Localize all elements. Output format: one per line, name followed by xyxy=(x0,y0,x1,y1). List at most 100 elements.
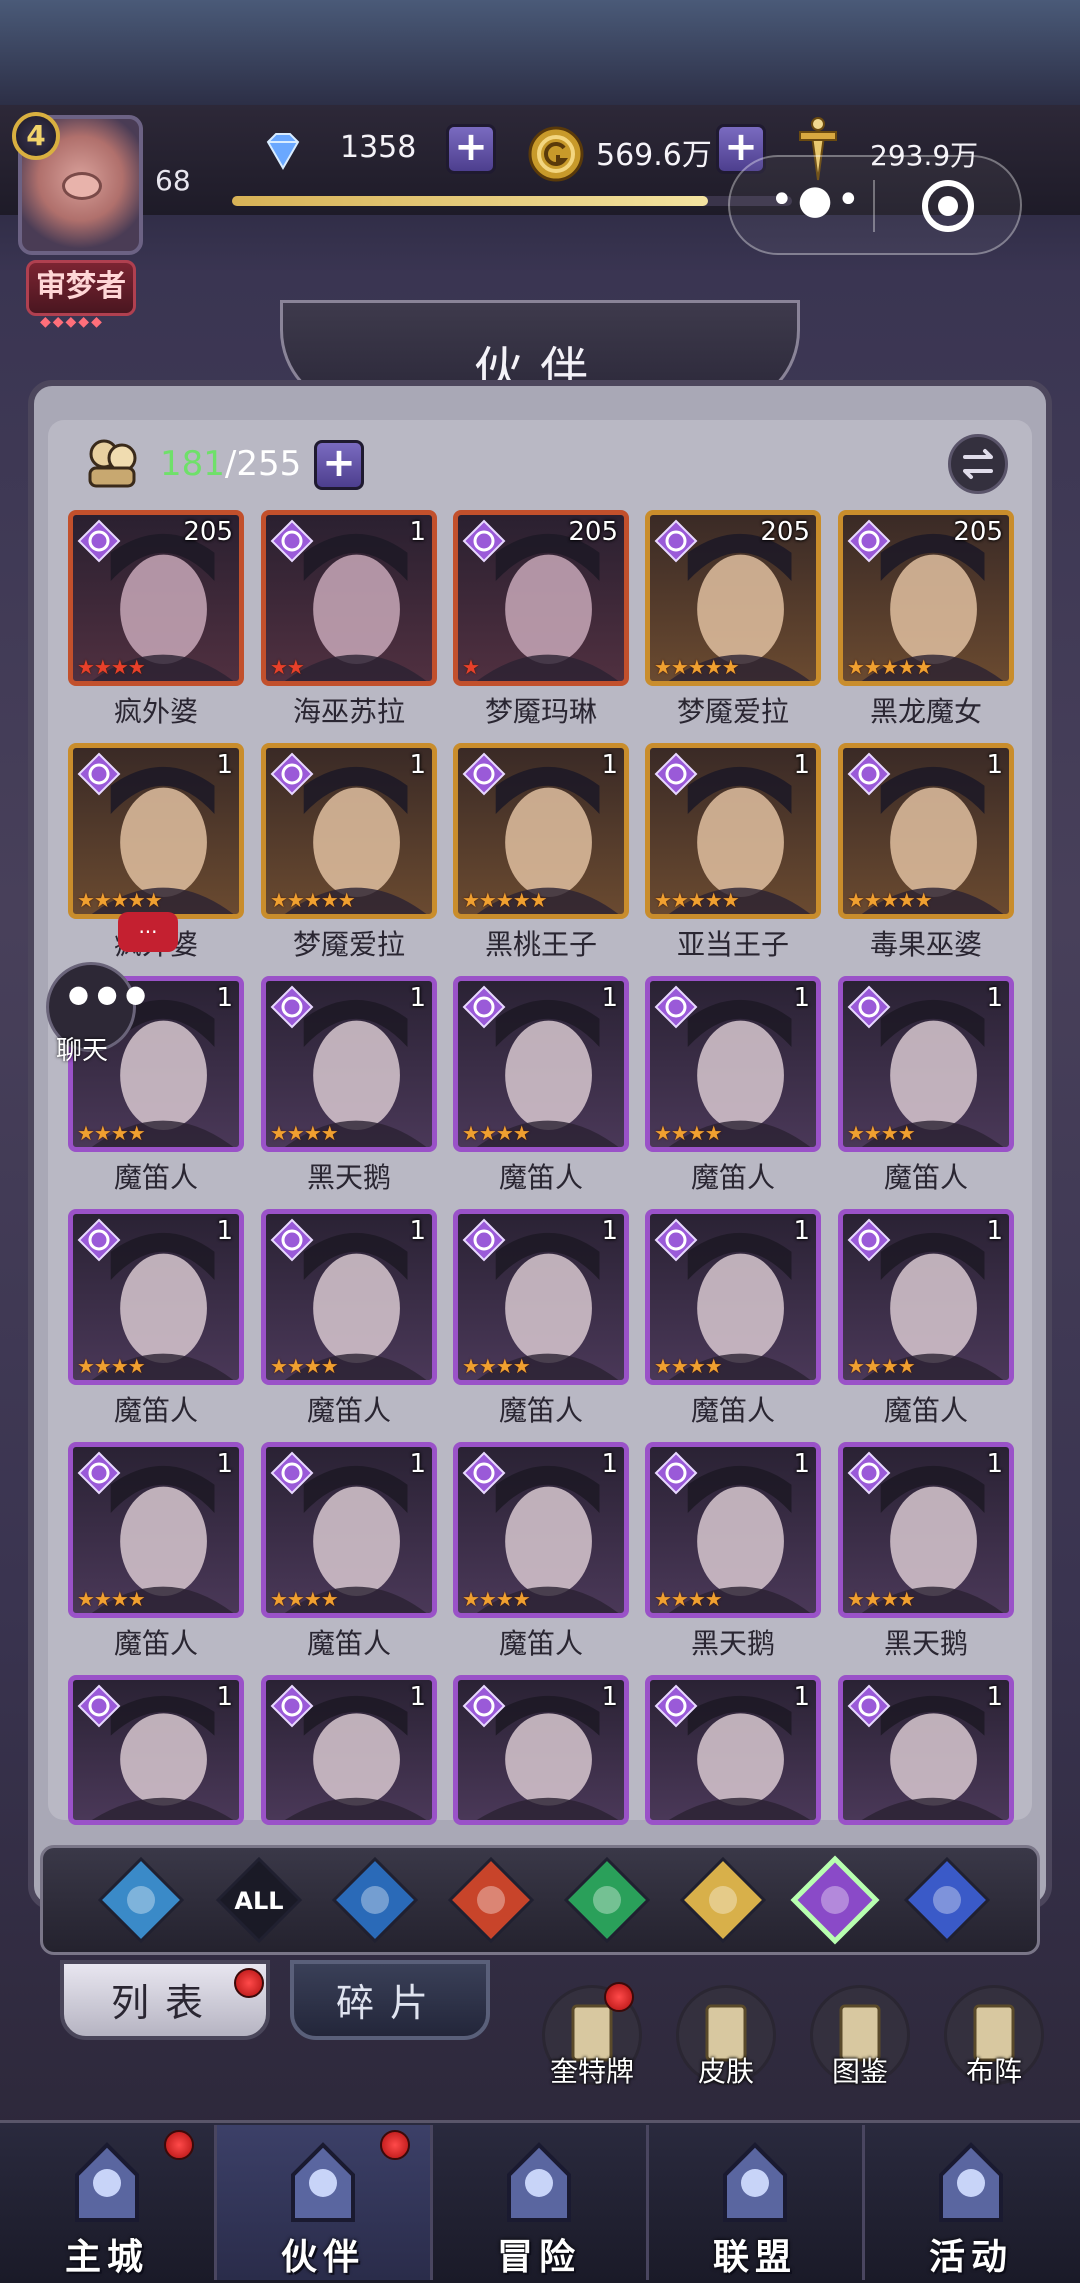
more-options-icon[interactable]: •●• xyxy=(770,180,864,220)
partner-count: 1 xyxy=(601,1682,618,1712)
fire-icon xyxy=(447,1856,535,1944)
partner-stars: ★★★★★ xyxy=(654,655,740,679)
partner-card[interactable]: 1 ★★★★ xyxy=(645,976,821,1152)
partner-card[interactable]: 1 ★★★★ xyxy=(68,1209,244,1385)
partner-name: 魔笛人 xyxy=(306,1627,391,1660)
chat-label: 聊天 xyxy=(56,1036,109,1066)
partner-card[interactable]: 1 ★★★★★ xyxy=(261,743,437,919)
moon-element-icon xyxy=(270,519,314,563)
partner-card[interactable]: 1 ★★★★ xyxy=(645,1209,821,1385)
water-drop-icon xyxy=(331,1856,419,1944)
filter-moon[interactable] xyxy=(790,1855,880,1945)
partner-count: 1 xyxy=(216,750,233,780)
moon-element-icon xyxy=(462,519,506,563)
partner-card[interactable]: 1 ★★★★ xyxy=(261,976,437,1152)
nav-separator xyxy=(646,2125,649,2280)
filter-water-crest[interactable] xyxy=(96,1855,186,1945)
sort-toggle-button[interactable] xyxy=(948,434,1008,494)
moon-element-icon xyxy=(462,985,506,1029)
partner-stars: ★★★★★ xyxy=(654,888,740,912)
partner-card[interactable]: 1 xyxy=(68,1675,244,1825)
partner-card[interactable]: 1 ★★★★ xyxy=(68,1442,244,1618)
partner-card[interactable]: 1 ★★★★★ xyxy=(453,743,629,919)
filter-light[interactable] xyxy=(678,1855,768,1945)
partner-name: 毒果巫婆 xyxy=(869,928,982,961)
title-rank-dots: ◆◆◆◆◆ xyxy=(40,314,104,330)
nav-notification-dot xyxy=(380,2130,410,2160)
chat-notification-bubble: ... xyxy=(118,912,178,952)
filter-all[interactable]: ALL xyxy=(214,1855,304,1945)
partner-card[interactable]: 1 ★★★★ xyxy=(453,976,629,1152)
wind-icon xyxy=(563,1856,651,1944)
activity-icon xyxy=(939,2142,1003,2222)
filter-water-drop[interactable] xyxy=(330,1855,420,1945)
partner-icon xyxy=(291,2142,355,2222)
action-label: 皮肤 xyxy=(697,2055,754,2088)
partner-card[interactable]: 1 ★★★★ xyxy=(453,1209,629,1385)
partner-card[interactable]: 1 ★★★★ xyxy=(453,1442,629,1618)
nav-label: 活动 xyxy=(928,2237,1013,2278)
filter-planet[interactable] xyxy=(902,1855,992,1945)
partner-card[interactable]: 1 xyxy=(838,1675,1014,1825)
partner-count: 1 xyxy=(986,1682,1003,1712)
partner-count: 1 xyxy=(409,1682,426,1712)
title-badge[interactable]: 审梦者 xyxy=(26,260,136,316)
partner-stars: ★ xyxy=(462,655,480,679)
partner-count: 1 xyxy=(601,983,618,1013)
element-filter-bar xyxy=(40,1845,1040,1955)
light-icon xyxy=(679,1856,767,1944)
moon-element-icon xyxy=(847,519,891,563)
partner-stars: ★★★★ xyxy=(77,1121,146,1145)
partner-card[interactable]: 1 ★★★★ xyxy=(261,1442,437,1618)
partner-card[interactable]: 1 ★★★★★ xyxy=(645,743,821,919)
nav-separator xyxy=(862,2125,865,2280)
moon-element-icon xyxy=(847,1684,891,1728)
nav-label: 主城 xyxy=(64,2237,149,2278)
partner-card[interactable]: 1 ★★★★ xyxy=(838,1209,1014,1385)
alliance-icon xyxy=(723,2142,787,2222)
partner-stars: ★★★★ xyxy=(462,1354,531,1378)
partner-card[interactable]: 1 ★★ xyxy=(261,510,437,686)
partner-card[interactable]: 1 ★★★★ xyxy=(838,1442,1014,1618)
partner-card[interactable]: 1 ★★★★ xyxy=(645,1442,821,1618)
nav-label: 联盟 xyxy=(712,2237,797,2278)
gold-coin-icon xyxy=(528,126,584,182)
partner-card[interactable]: 1 ★★★★ xyxy=(838,976,1014,1152)
filter-wind[interactable] xyxy=(562,1855,652,1945)
all-icon: ALL xyxy=(215,1856,303,1944)
moon-element-icon xyxy=(270,1218,314,1262)
expand-roster-button[interactable]: + xyxy=(314,440,364,490)
partner-count: 1 xyxy=(601,1449,618,1479)
partner-card[interactable]: 1 ★★★★★ xyxy=(68,743,244,919)
partner-name: 魔笛人 xyxy=(883,1394,968,1427)
moon-element-icon xyxy=(847,1218,891,1262)
partner-card[interactable]: 1 xyxy=(453,1675,629,1825)
partner-stars: ★★ xyxy=(270,655,305,679)
tab-fragments[interactable]: 碎片 xyxy=(290,1960,490,2040)
moon-element-icon xyxy=(270,1684,314,1728)
partner-card[interactable]: 1 xyxy=(261,1675,437,1825)
moon-element-icon xyxy=(654,519,698,563)
partner-count: 1 xyxy=(409,1449,426,1479)
add-diamonds-button[interactable]: + xyxy=(446,124,496,174)
moon-element-icon xyxy=(77,1684,121,1728)
partner-card[interactable]: 205 ★★★★ xyxy=(68,510,244,686)
partner-card[interactable]: 1 ★★★★★ xyxy=(838,743,1014,919)
castle-icon xyxy=(75,2142,139,2222)
partner-card[interactable]: 205 ★★★★★ xyxy=(645,510,821,686)
partner-name: 魔笛人 xyxy=(498,1161,583,1194)
partner-card[interactable]: 1 xyxy=(645,1675,821,1825)
partner-card[interactable]: 205 ★ xyxy=(453,510,629,686)
partner-stars: ★★★★ xyxy=(77,1354,146,1378)
partner-name: 黑桃王子 xyxy=(484,928,597,961)
partner-card[interactable]: 205 ★★★★★ xyxy=(838,510,1014,686)
partner-card[interactable]: 1 ★★★★ xyxy=(261,1209,437,1385)
avatar-snout xyxy=(62,172,102,200)
partner-count: 1 xyxy=(793,1682,810,1712)
partner-stars: ★★★★ xyxy=(270,1121,339,1145)
action-notification-dot xyxy=(604,1982,634,2012)
partner-count: 205 xyxy=(760,517,810,547)
partner-name: 海巫苏拉 xyxy=(292,695,405,728)
filter-fire[interactable] xyxy=(446,1855,536,1945)
partner-stars: ★★★★ xyxy=(462,1587,531,1611)
